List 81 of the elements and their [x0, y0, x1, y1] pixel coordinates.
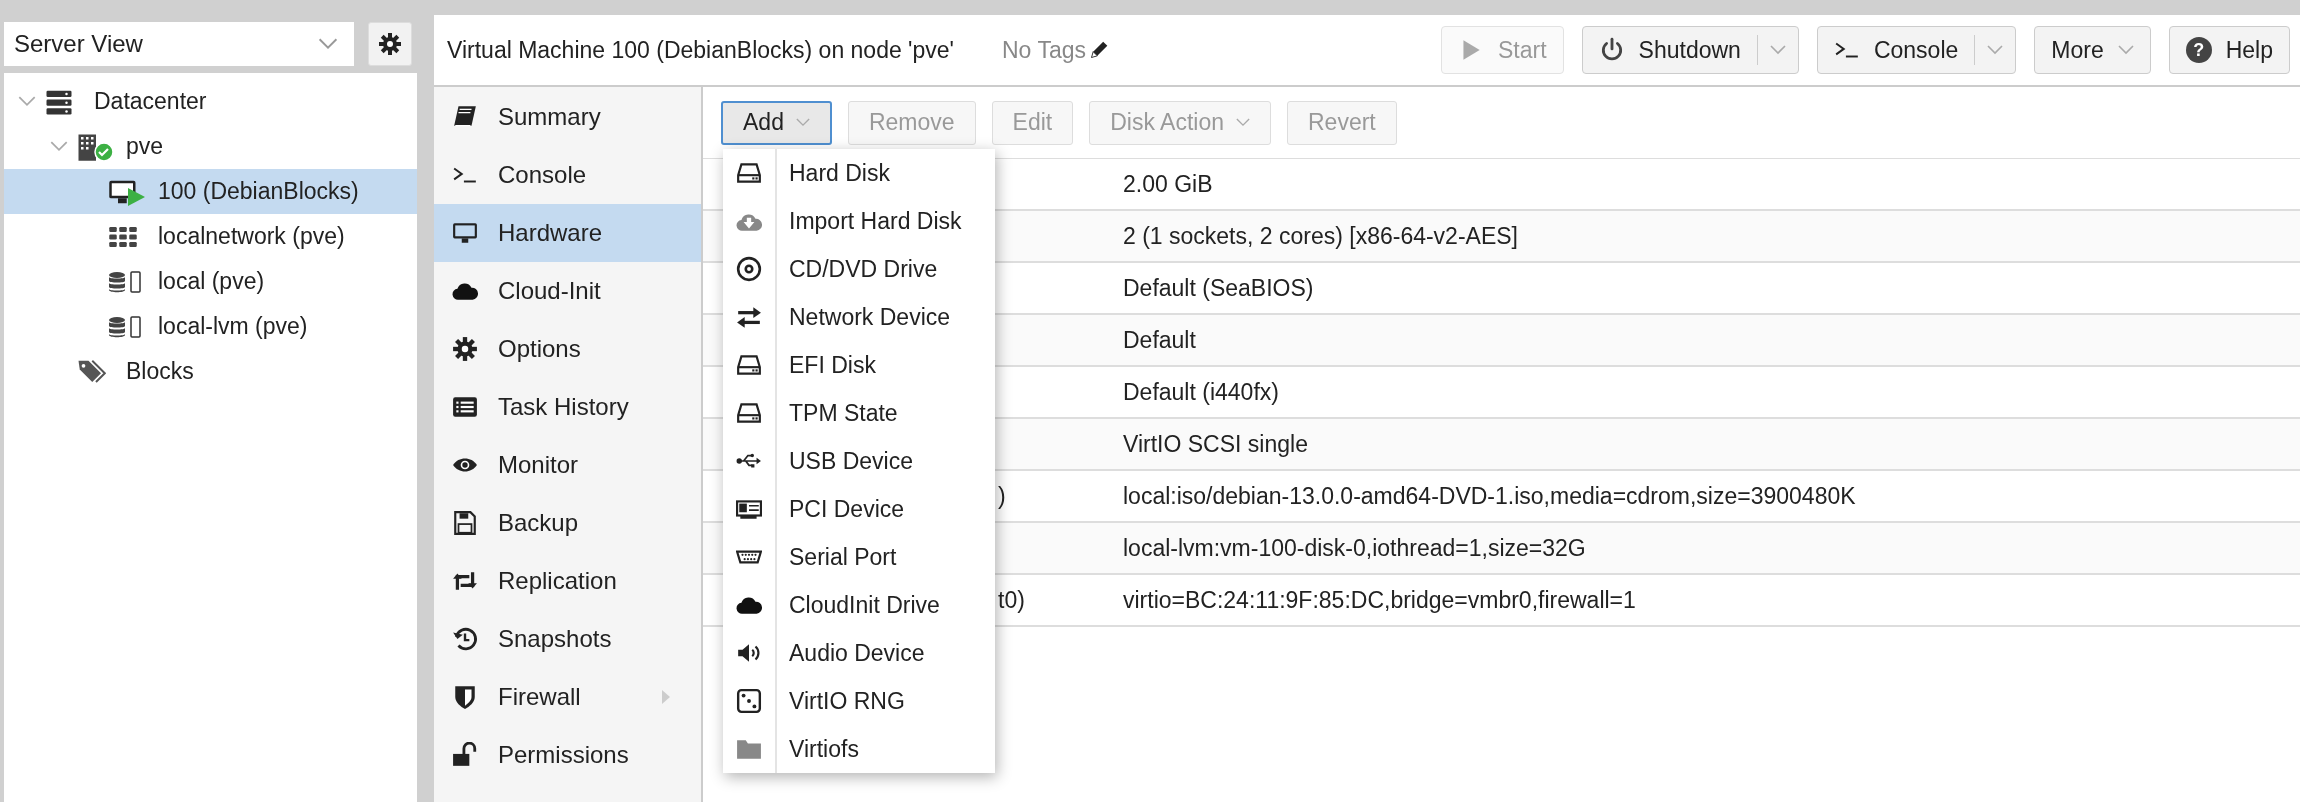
hard-drive-icon — [736, 160, 762, 186]
chevron-down-icon — [795, 118, 810, 127]
tree-item[interactable]: Blocks — [4, 349, 417, 394]
nav-item[interactable]: Options — [434, 320, 701, 378]
action-button[interactable]: More — [2034, 26, 2151, 74]
dice-icon — [736, 688, 762, 714]
tree-item-label: 100 (DebianBlocks) — [158, 178, 359, 205]
nav-item[interactable]: Replication — [434, 552, 701, 610]
gear-icon — [452, 336, 478, 362]
chevron-down-icon — [1987, 45, 2004, 55]
settings-button[interactable] — [368, 22, 412, 66]
table-cell: Default (SeaBIOS) — [1123, 274, 1314, 302]
tree-item[interactable]: Datacenter — [4, 79, 417, 124]
menu-item[interactable]: USB Device — [723, 437, 995, 485]
table-cell: t0) — [998, 586, 1025, 613]
chevron-down-icon — [1769, 45, 1786, 55]
table-cell: local-lvm:vm-100-disk-0,iothread=1,size=32G — [1123, 534, 1586, 562]
nav-item[interactable]: Task History — [434, 378, 701, 436]
history-icon — [452, 626, 478, 652]
chevron-down-icon — [1236, 118, 1250, 127]
tree-item[interactable]: localnetwork (pve) — [4, 214, 417, 259]
tree-item[interactable]: pve — [4, 124, 417, 169]
table-cell: virtio=BC:24:11:9F:85:DC,bridge=vmbr0,firewall=1 — [1123, 586, 1636, 614]
tree-item-label: local (pve) — [158, 268, 265, 295]
tree-item-label: localnetwork (pve) — [158, 223, 345, 250]
menu-item[interactable]: Hard Disk — [723, 149, 995, 197]
menu-item[interactable]: TPM State — [723, 389, 995, 437]
nav-item[interactable]: Monitor — [434, 436, 701, 494]
nav-item[interactable]: Hardware — [434, 204, 701, 262]
tree-item-label: local-lvm (pve) — [158, 313, 308, 340]
nav-item[interactable]: Summary — [434, 88, 701, 146]
hard-drive-icon — [736, 400, 762, 426]
chevron-down-icon[interactable] — [50, 141, 68, 152]
table-cell: Default — [1123, 326, 1196, 354]
unlocked-padlock-icon — [452, 742, 478, 768]
nav-item[interactable]: Cloud-Init — [434, 262, 701, 320]
exchange-arrows-icon — [736, 304, 762, 330]
page-title: Virtual Machine 100 (DebianBlocks) on node 'pve' — [447, 36, 954, 64]
table-cell: ) — [998, 482, 1006, 509]
nav-item[interactable]: Backup — [434, 494, 701, 552]
nav-item[interactable]: Snapshots — [434, 610, 701, 668]
tree-item-label: Blocks — [126, 358, 194, 385]
menu-item[interactable]: VirtIO RNG — [723, 677, 995, 725]
view-selector[interactable]: Server View — [4, 22, 354, 66]
table-cell: 2.00 GiB — [1123, 170, 1213, 198]
hard-drive-icon — [736, 352, 762, 378]
menu-item[interactable]: Network Device — [723, 293, 995, 341]
shield-icon — [452, 684, 478, 710]
menu-item[interactable]: CloudInit Drive — [723, 581, 995, 629]
menu-item[interactable]: Serial Port — [723, 533, 995, 581]
table-cell: 2 (1 sockets, 2 cores) [x86-64-v2-AES] — [1123, 222, 1518, 250]
nav-item[interactable]: Firewall — [434, 668, 701, 726]
table-cell: local:iso/debian-13.0.0-amd64-DVD-1.iso,media=cdrom,size=3900480K — [1123, 482, 1856, 510]
tree-item-label: Datacenter — [94, 88, 207, 115]
chevron-down-icon — [318, 38, 338, 50]
disc-icon — [736, 256, 762, 282]
tree-item[interactable]: local (pve) — [4, 259, 417, 304]
tags-label: No Tags — [1002, 36, 1086, 64]
monitor-icon — [452, 220, 478, 246]
pencil-icon[interactable] — [1088, 40, 1109, 60]
action-button[interactable]: ? Help — [2168, 26, 2290, 74]
menu-item[interactable]: Import Hard Disk — [723, 197, 995, 245]
menu-item[interactable]: Virtiofs — [723, 725, 995, 773]
menu-item[interactable]: Audio Device — [723, 629, 995, 677]
table-cell: Default (i440fx) — [1123, 378, 1279, 406]
chevron-down-icon — [2117, 45, 2134, 55]
help-icon: ? — [2185, 37, 2212, 63]
nav-item[interactable]: Console — [434, 146, 701, 204]
tree-item-label: pve — [126, 133, 164, 160]
toolbar-button[interactable]: Add — [721, 100, 832, 145]
chevron-down-icon[interactable] — [18, 96, 36, 107]
tree-item[interactable]: local-lvm (pve) — [4, 304, 417, 349]
list-icon — [452, 394, 478, 420]
action-button[interactable]: Shutdown — [1582, 27, 1757, 73]
tree-item[interactable]: 100 (DebianBlocks) — [4, 169, 417, 214]
action-button[interactable]: Console — [1817, 27, 1975, 73]
menu-item[interactable]: CD/DVD Drive — [723, 245, 995, 293]
menu-item[interactable]: PCI Device — [723, 485, 995, 533]
table-cell: VirtIO SCSI single — [1123, 430, 1308, 458]
nav-item[interactable]: Permissions — [434, 726, 701, 784]
menu-item[interactable]: EFI Disk — [723, 341, 995, 389]
